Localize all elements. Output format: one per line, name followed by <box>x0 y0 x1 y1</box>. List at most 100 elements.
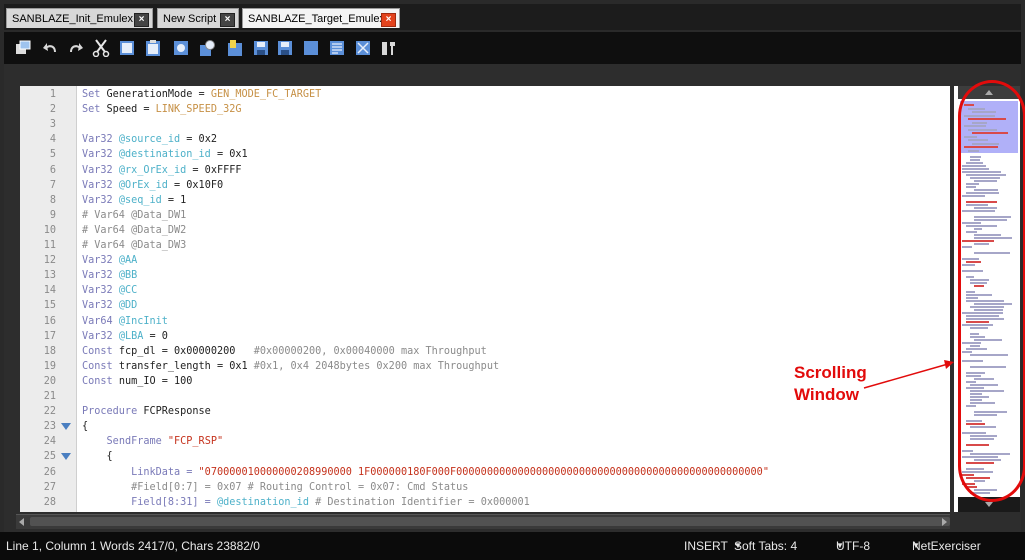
code-line[interactable]: 13 Var32 @BB <box>20 268 950 283</box>
code-line[interactable]: 4 Var32 @source_id = 0x2 <box>20 132 950 147</box>
app-window: SANBLAZE_Init_Emulex × New Script × SANB… <box>0 0 1025 560</box>
code-text: Var32 @AA <box>82 253 137 268</box>
code-line[interactable]: 18 Const fcp_dl = 0x00000200 #0x00000200,… <box>20 344 950 359</box>
code-token: #Field[0:7] = 0x07 # Routing Control = 0… <box>131 481 469 493</box>
code-token: Var32 <box>82 194 119 206</box>
code-token: Var32 <box>82 270 119 282</box>
code-line[interactable]: 9 # Var64 @Data_DW1 <box>20 208 950 223</box>
code-line[interactable]: 25 { <box>20 449 950 464</box>
save-all-icon[interactable] <box>276 39 294 57</box>
code-token: @source_id <box>118 134 181 146</box>
code-line[interactable]: 8 Var32 @seq_id = 1 <box>20 193 950 208</box>
fullscreen-icon[interactable] <box>354 39 372 57</box>
settings-icon[interactable] <box>380 39 398 57</box>
code-token: Const <box>82 375 119 387</box>
tab-sanblaze-init-emulex[interactable]: SANBLAZE_Init_Emulex × <box>6 8 153 28</box>
close-file-icon[interactable] <box>302 39 320 57</box>
line-number: 21 <box>43 391 56 402</box>
line-number: 13 <box>43 270 56 282</box>
code-text: Const num_IO = 100 <box>82 374 192 389</box>
code-line[interactable]: 16 Var64 @IncInit <box>20 314 950 329</box>
find-icon[interactable] <box>172 39 190 57</box>
line-number: 20 <box>43 375 56 387</box>
line-number: 4 <box>49 134 56 146</box>
code-token: "070000010000000208990000 1F000000180F00… <box>198 466 769 478</box>
code-token: # Destination Identifier = 0x000001 <box>308 496 530 508</box>
tab-bar: SANBLAZE_Init_Emulex × New Script × SANB… <box>4 4 1021 30</box>
line-number: 2 <box>49 104 56 116</box>
language-label: NetExerciser <box>912 539 981 553</box>
code-line[interactable]: 12 Var32 @AA <box>20 253 950 268</box>
code-line[interactable]: 3 <box>20 117 950 132</box>
code-token: @DD <box>118 300 138 312</box>
code-token: @destination_id <box>118 149 211 161</box>
code-line[interactable]: 17 Var32 @LBA = 0 <box>20 329 950 344</box>
fold-toggle-icon[interactable] <box>61 423 71 431</box>
tab-sanblaze-target-emulex[interactable]: SANBLAZE_Target_Emulex × <box>242 8 400 28</box>
line-number: 25 <box>43 451 56 463</box>
cursor-position: Line 1, Column 1 Words 2417/0, Chars 238… <box>6 539 260 553</box>
horizontal-scrollbar[interactable] <box>16 514 950 529</box>
line-number: 16 <box>43 315 56 327</box>
code-line[interactable]: 7 Var32 @OrEx_id = 0x10F0 <box>20 178 950 193</box>
open-window-icon[interactable] <box>14 39 32 57</box>
cut-icon[interactable] <box>92 39 110 57</box>
scrollbar-thumb[interactable] <box>30 517 950 526</box>
code-line[interactable]: 23 { <box>20 419 950 434</box>
tab-label: New Script <box>163 13 217 25</box>
copy-icon[interactable] <box>118 39 136 57</box>
code-text: LinkData = "070000010000000208990000 1F0… <box>82 465 769 480</box>
code-line[interactable]: 1 Set GenerationMode = GEN_MODE_FC_TARGET <box>20 87 950 102</box>
paste-icon[interactable] <box>144 39 162 57</box>
code-token: Var64 <box>82 315 119 327</box>
code-token: num_IO = 100 <box>118 375 193 387</box>
code-token: = 0x1 <box>210 149 248 161</box>
close-icon[interactable]: × <box>220 13 235 27</box>
line-number: 27 <box>43 481 56 493</box>
document-icon[interactable] <box>328 39 346 57</box>
line-number: 1 <box>49 89 56 100</box>
code-token: Speed = <box>106 104 156 116</box>
code-token: @OrEx_id <box>118 179 168 191</box>
line-number: 24 <box>43 436 56 448</box>
code-line[interactable]: 10 # Var64 @Data_DW2 <box>20 223 950 238</box>
line-number: 23 <box>43 421 56 433</box>
code-text: Var32 @BB <box>82 268 137 283</box>
code-token: @IncInit <box>118 315 168 327</box>
code-text: Var32 @seq_id = 1 <box>82 193 186 208</box>
code-line[interactable]: 24 SendFrame "FCP_RSP" <box>20 434 950 449</box>
redo-icon[interactable] <box>66 39 84 57</box>
search-replace-icon[interactable] <box>198 39 216 57</box>
code-line[interactable]: 26 LinkData = "070000010000000208990000 … <box>20 465 950 480</box>
code-token: GenerationMode = <box>106 89 211 100</box>
line-number: 19 <box>43 360 56 372</box>
code-line[interactable]: 2 Set Speed = LINK_SPEED_32G <box>20 102 950 117</box>
code-token: LinkData = <box>131 466 199 478</box>
compile-icon[interactable] <box>226 39 244 57</box>
fold-toggle-icon[interactable] <box>61 453 71 461</box>
save-icon[interactable] <box>252 39 270 57</box>
code-line[interactable]: 14 Var32 @CC <box>20 283 950 298</box>
code-token: { <box>82 451 113 463</box>
arrow-right-icon[interactable] <box>942 518 947 526</box>
code-text: Field[8:31] = @destination_id # Destinat… <box>82 495 530 510</box>
soft-tabs-label: Soft Tabs: 4 <box>734 539 798 553</box>
code-line[interactable]: 15 Var32 @DD <box>20 298 950 313</box>
code-line[interactable]: 11 # Var64 @Data_DW3 <box>20 238 950 253</box>
tab-new-script[interactable]: New Script × <box>157 8 239 28</box>
code-line[interactable]: 5 Var32 @destination_id = 0x1 <box>20 147 950 162</box>
code-line[interactable]: 22 Procedure FCPResponse <box>20 404 950 419</box>
arrow-left-icon[interactable] <box>19 518 24 526</box>
code-line[interactable]: 6 Var32 @rx_OrEx_id = 0xFFFF <box>20 163 950 178</box>
undo-icon[interactable] <box>42 39 60 57</box>
insert-mode[interactable]: INSERT <box>684 532 728 560</box>
annotation-arrow <box>863 360 954 389</box>
code-token: = 0 <box>143 330 168 342</box>
code-token: Set <box>82 104 107 116</box>
code-line[interactable]: 27 #Field[0:7] = 0x07 # Routing Control … <box>20 480 950 495</box>
code-token: Var32 <box>82 300 119 312</box>
code-line[interactable]: 28 Field[8:31] = @destination_id # Desti… <box>20 495 950 510</box>
close-icon[interactable]: × <box>134 13 149 27</box>
close-icon[interactable]: × <box>381 13 396 27</box>
